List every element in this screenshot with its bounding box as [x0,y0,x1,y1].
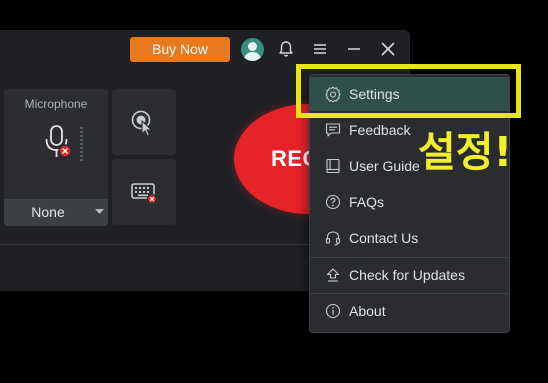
buy-now-button[interactable]: Buy Now [130,37,230,62]
microphone-label: Microphone [24,97,88,111]
microphone-card[interactable]: Microphone None [4,89,108,226]
menu-item-contact-us[interactable]: Contact Us [310,221,509,255]
menu-item-about[interactable]: About [310,294,509,328]
minimize-icon[interactable] [344,39,364,59]
microphone-select-value: None [31,204,65,220]
bell-icon[interactable] [276,39,296,59]
mic-level-meter [80,127,83,161]
keyboard-button[interactable] [112,159,176,225]
upload-icon [326,268,340,282]
headset-icon [325,231,341,246]
menu-item-faqs[interactable]: FAQs [310,185,509,219]
cursor-click-icon [131,110,153,137]
menu-item-label: User Guide [349,158,420,174]
menu-item-check-for-updates[interactable]: Check for Updates [310,258,509,292]
microphone-select[interactable]: None [4,199,108,226]
help-icon [325,194,341,210]
menu-item-label: About [349,303,386,319]
annotation-text: 설정! [418,128,513,176]
microphone-muted-icon [45,125,72,158]
mouse-click-effect-button[interactable] [112,89,176,155]
keyboard-muted-icon [131,183,158,205]
menu-item-label: Contact Us [349,230,419,246]
menu-item-label: FAQs [349,194,385,210]
titlebar: Buy Now [0,30,410,68]
close-icon[interactable] [378,39,398,59]
chevron-down-icon [95,209,104,214]
avatar[interactable] [241,38,264,61]
info-icon [325,303,341,319]
feedback-icon [325,123,341,137]
menu-icon[interactable] [310,39,330,59]
menu-item-label: Check for Updates [349,267,465,283]
settings-highlight-box [296,64,521,118]
menu-item-label: Feedback [349,122,411,138]
book-icon [326,158,340,174]
